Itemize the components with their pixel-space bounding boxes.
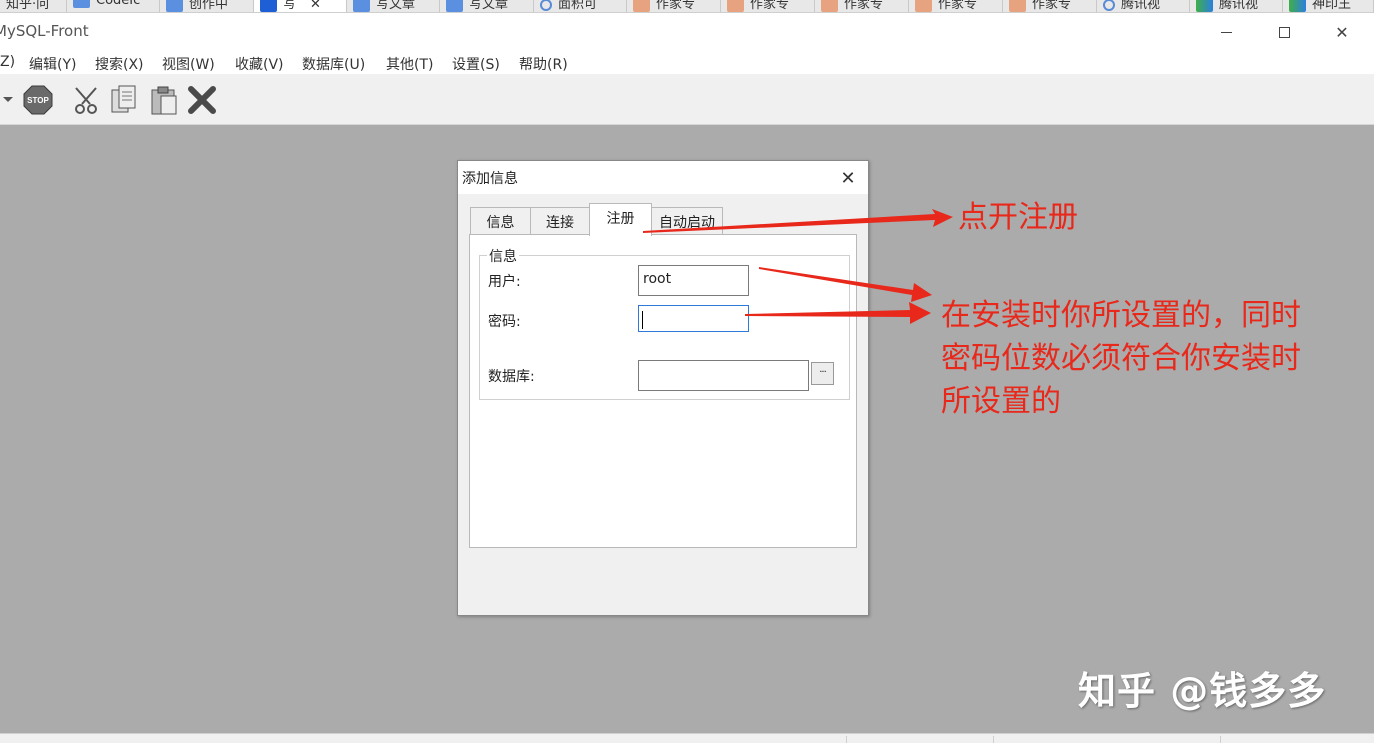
close-icon[interactable]: ✕ <box>310 0 321 12</box>
browser-tab-label: 作家专 <box>844 0 884 12</box>
browser-tab[interactable]: CodeIc <box>67 0 160 12</box>
browser-tab[interactable]: 作家专 <box>815 0 909 12</box>
menu-bar: Z) 编辑(Y) 搜索(X) 视图(W) 收藏(V) 数据库(U) 其他(T) … <box>0 51 1374 74</box>
browser-tab[interactable]: 神印王 <box>1283 0 1374 12</box>
browser-tab-label: 写文章 <box>376 0 416 12</box>
browser-tab-label: 知乎·问 <box>6 0 50 12</box>
tab-autostart[interactable]: 自动启动 <box>651 207 723 234</box>
browser-tab[interactable]: 写文章 <box>440 0 534 12</box>
password-field[interactable] <box>638 305 749 332</box>
menu-database[interactable]: 数据库(U) <box>302 54 365 74</box>
delete-icon[interactable] <box>186 84 218 116</box>
dialog-close-button[interactable]: ✕ <box>830 163 866 193</box>
tencent-video-icon <box>1196 0 1213 12</box>
chevron-down-icon[interactable] <box>3 97 13 102</box>
wzl-icon <box>821 0 838 12</box>
maximize-icon <box>1278 26 1290 38</box>
tab-connection[interactable]: 连接 <box>530 207 590 234</box>
app-title: MySQL-Front <box>0 22 89 40</box>
browser-tab-strip: 知乎·问 CodeIc 创作中 写 ✕ 写文章 写文章 面积可 作家专 作家专 作… <box>0 0 1374 13</box>
tab-info[interactable]: 信息 <box>470 207 531 234</box>
zhihu-icon <box>260 0 277 12</box>
database-field[interactable] <box>638 360 809 391</box>
browser-tab[interactable]: 腾讯视 <box>1190 0 1283 12</box>
browser-tab-label: 写文章 <box>469 0 509 12</box>
stop-icon-label: STOP <box>27 96 49 105</box>
groupbox-title: 信息 <box>487 246 519 266</box>
browser-tab[interactable]: 知乎·问 <box>0 0 67 12</box>
database-browse-button[interactable]: ··· <box>811 362 834 385</box>
close-icon: ✕ <box>840 167 856 189</box>
menu-help[interactable]: 帮助(R) <box>519 54 568 74</box>
minimize-icon <box>1220 31 1232 33</box>
password-hint-line: 在安装时你所设置的，同时 <box>941 298 1301 333</box>
copy-icon[interactable] <box>108 84 140 116</box>
search-icon <box>1103 0 1115 11</box>
browser-tab[interactable]: 作家专 <box>721 0 815 12</box>
tencent-video-icon <box>1289 0 1306 12</box>
text-caret <box>642 311 643 329</box>
zhihu-icon <box>73 0 90 8</box>
close-button[interactable]: ✕ <box>1313 13 1371 51</box>
add-info-dialog: 添加信息 ✕ 信息 连接 注册 自动启动 信息 用户: root 密码: 数据库… <box>457 160 869 616</box>
menu-edit[interactable]: 编辑(Y) <box>29 54 76 74</box>
dialog-title: 添加信息 <box>462 171 518 187</box>
stop-icon[interactable]: STOP <box>22 84 54 116</box>
browser-tab-label: 作家专 <box>938 0 978 12</box>
maximize-button[interactable] <box>1255 13 1313 51</box>
toolbar: STOP <box>0 74 1374 125</box>
browser-tab[interactable]: 作家专 <box>1003 0 1097 12</box>
tab-register[interactable]: 注册 <box>589 203 652 236</box>
register-tab-hint: 点开注册 <box>958 200 1078 235</box>
wzl-icon <box>1009 0 1026 12</box>
menu-settings[interactable]: 设置(S) <box>452 54 500 74</box>
user-label: 用户: <box>488 274 521 290</box>
zhihu-icon <box>166 0 183 12</box>
menu-item[interactable]: Z) <box>0 54 15 70</box>
close-icon: ✕ <box>1335 22 1349 42</box>
search-icon <box>540 0 552 11</box>
user-field[interactable]: root <box>638 265 749 296</box>
browser-tab[interactable]: 写文章 <box>347 0 440 12</box>
browser-tab[interactable]: 创作中 <box>160 0 254 12</box>
menu-search[interactable]: 搜索(X) <box>95 54 144 74</box>
browser-tab-label: 面积可 <box>558 0 598 12</box>
browser-tab-label: 神印王 <box>1312 0 1352 12</box>
password-hint-line: 所设置的 <box>941 384 1061 419</box>
menu-favorites[interactable]: 收藏(V) <box>235 54 284 74</box>
password-hint-line: 密码位数必须符合你安装时 <box>941 341 1301 376</box>
zhihu-icon <box>353 0 370 12</box>
browser-tab-label: 作家专 <box>656 0 696 12</box>
browser-tab-label: CodeIc <box>96 0 141 8</box>
browser-tab[interactable]: 面积可 <box>534 0 627 12</box>
browser-tab-label: 作家专 <box>750 0 790 12</box>
register-panel: 信息 用户: root 密码: 数据库: ··· <box>469 234 857 548</box>
browser-tab-active[interactable]: 写 ✕ <box>254 0 347 12</box>
password-label: 密码: <box>488 314 521 330</box>
wzl-icon <box>633 0 650 12</box>
dialog-title-bar: 添加信息 ✕ <box>458 161 868 194</box>
browser-tab-label: 创作中 <box>189 0 229 12</box>
title-bar: MySQL-Front ✕ <box>0 13 1374 51</box>
browser-tab-label: 腾讯视 <box>1121 0 1161 12</box>
browser-tab[interactable]: 作家专 <box>909 0 1003 12</box>
database-label: 数据库: <box>488 369 535 385</box>
browser-tab-label: 写 <box>283 0 297 12</box>
info-groupbox: 信息 用户: root 密码: 数据库: ··· <box>479 246 850 400</box>
minimize-button[interactable] <box>1197 13 1255 51</box>
paste-icon[interactable] <box>148 84 180 116</box>
cut-icon[interactable] <box>70 84 102 116</box>
zhihu-icon <box>446 0 463 12</box>
password-hint: 在安装时你所设置的，同时 密码位数必须符合你安装时 所设置的 <box>941 294 1351 423</box>
zhihu-watermark: 知乎 @钱多多 <box>1078 669 1327 713</box>
browser-tab-label: 作家专 <box>1032 0 1072 12</box>
menu-view[interactable]: 视图(W) <box>162 54 215 74</box>
browser-tab[interactable]: 腾讯视 <box>1097 0 1190 12</box>
menu-other[interactable]: 其他(T) <box>386 54 433 74</box>
browser-tab[interactable]: 作家专 <box>627 0 721 12</box>
wzl-icon <box>727 0 744 12</box>
wzl-icon <box>915 0 932 12</box>
browser-tab-label: 腾讯视 <box>1219 0 1259 12</box>
